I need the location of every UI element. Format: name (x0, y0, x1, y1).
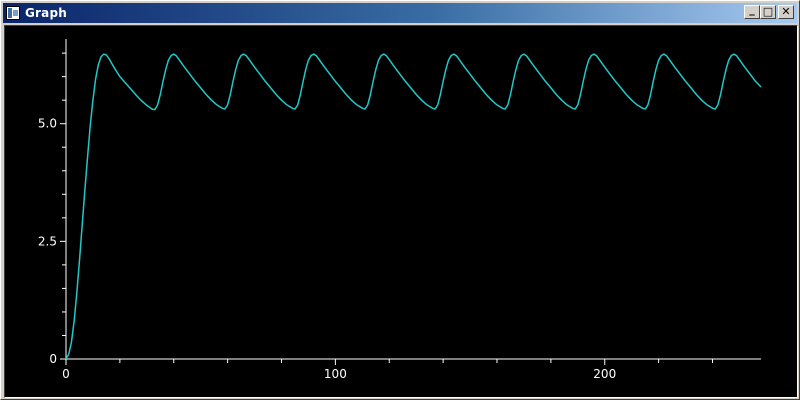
maximize-button[interactable]: □ (760, 5, 776, 19)
x-tick-label: 0 (62, 367, 70, 381)
minimize-icon: _ (749, 3, 755, 16)
y-tick-label: 0 (49, 352, 57, 366)
x-tick-label: 100 (324, 367, 347, 381)
title-bar[interactable]: Graph _ □ ✕ (3, 3, 797, 23)
minimize-button[interactable]: _ (744, 3, 760, 19)
y-tick-label: 5.0 (38, 117, 57, 131)
close-button[interactable]: ✕ (778, 5, 794, 19)
y-tick-label: 2.5 (38, 234, 57, 248)
series-line (65, 53, 762, 360)
window-controls: _ □ ✕ (744, 3, 794, 19)
window-title: Graph (25, 6, 67, 20)
graph-canvas: 0 2.5 5.0 0 100 200 (4, 25, 798, 398)
close-icon: ✕ (781, 5, 791, 18)
maximize-icon: □ (762, 5, 774, 18)
x-tick-label: 200 (593, 367, 616, 381)
line-chart: 0 2.5 5.0 0 100 200 (38, 39, 762, 381)
graph-window: Graph _ □ ✕ 0 2.5 5.0 0 100 200 (0, 0, 800, 400)
app-icon[interactable] (6, 6, 20, 20)
